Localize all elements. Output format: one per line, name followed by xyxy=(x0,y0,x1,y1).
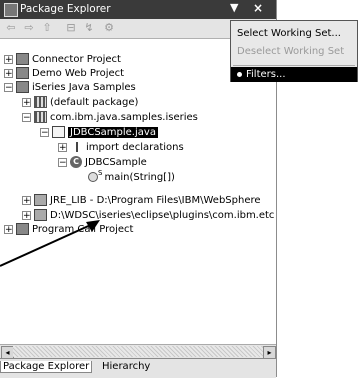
callout-arrow xyxy=(0,220,100,267)
